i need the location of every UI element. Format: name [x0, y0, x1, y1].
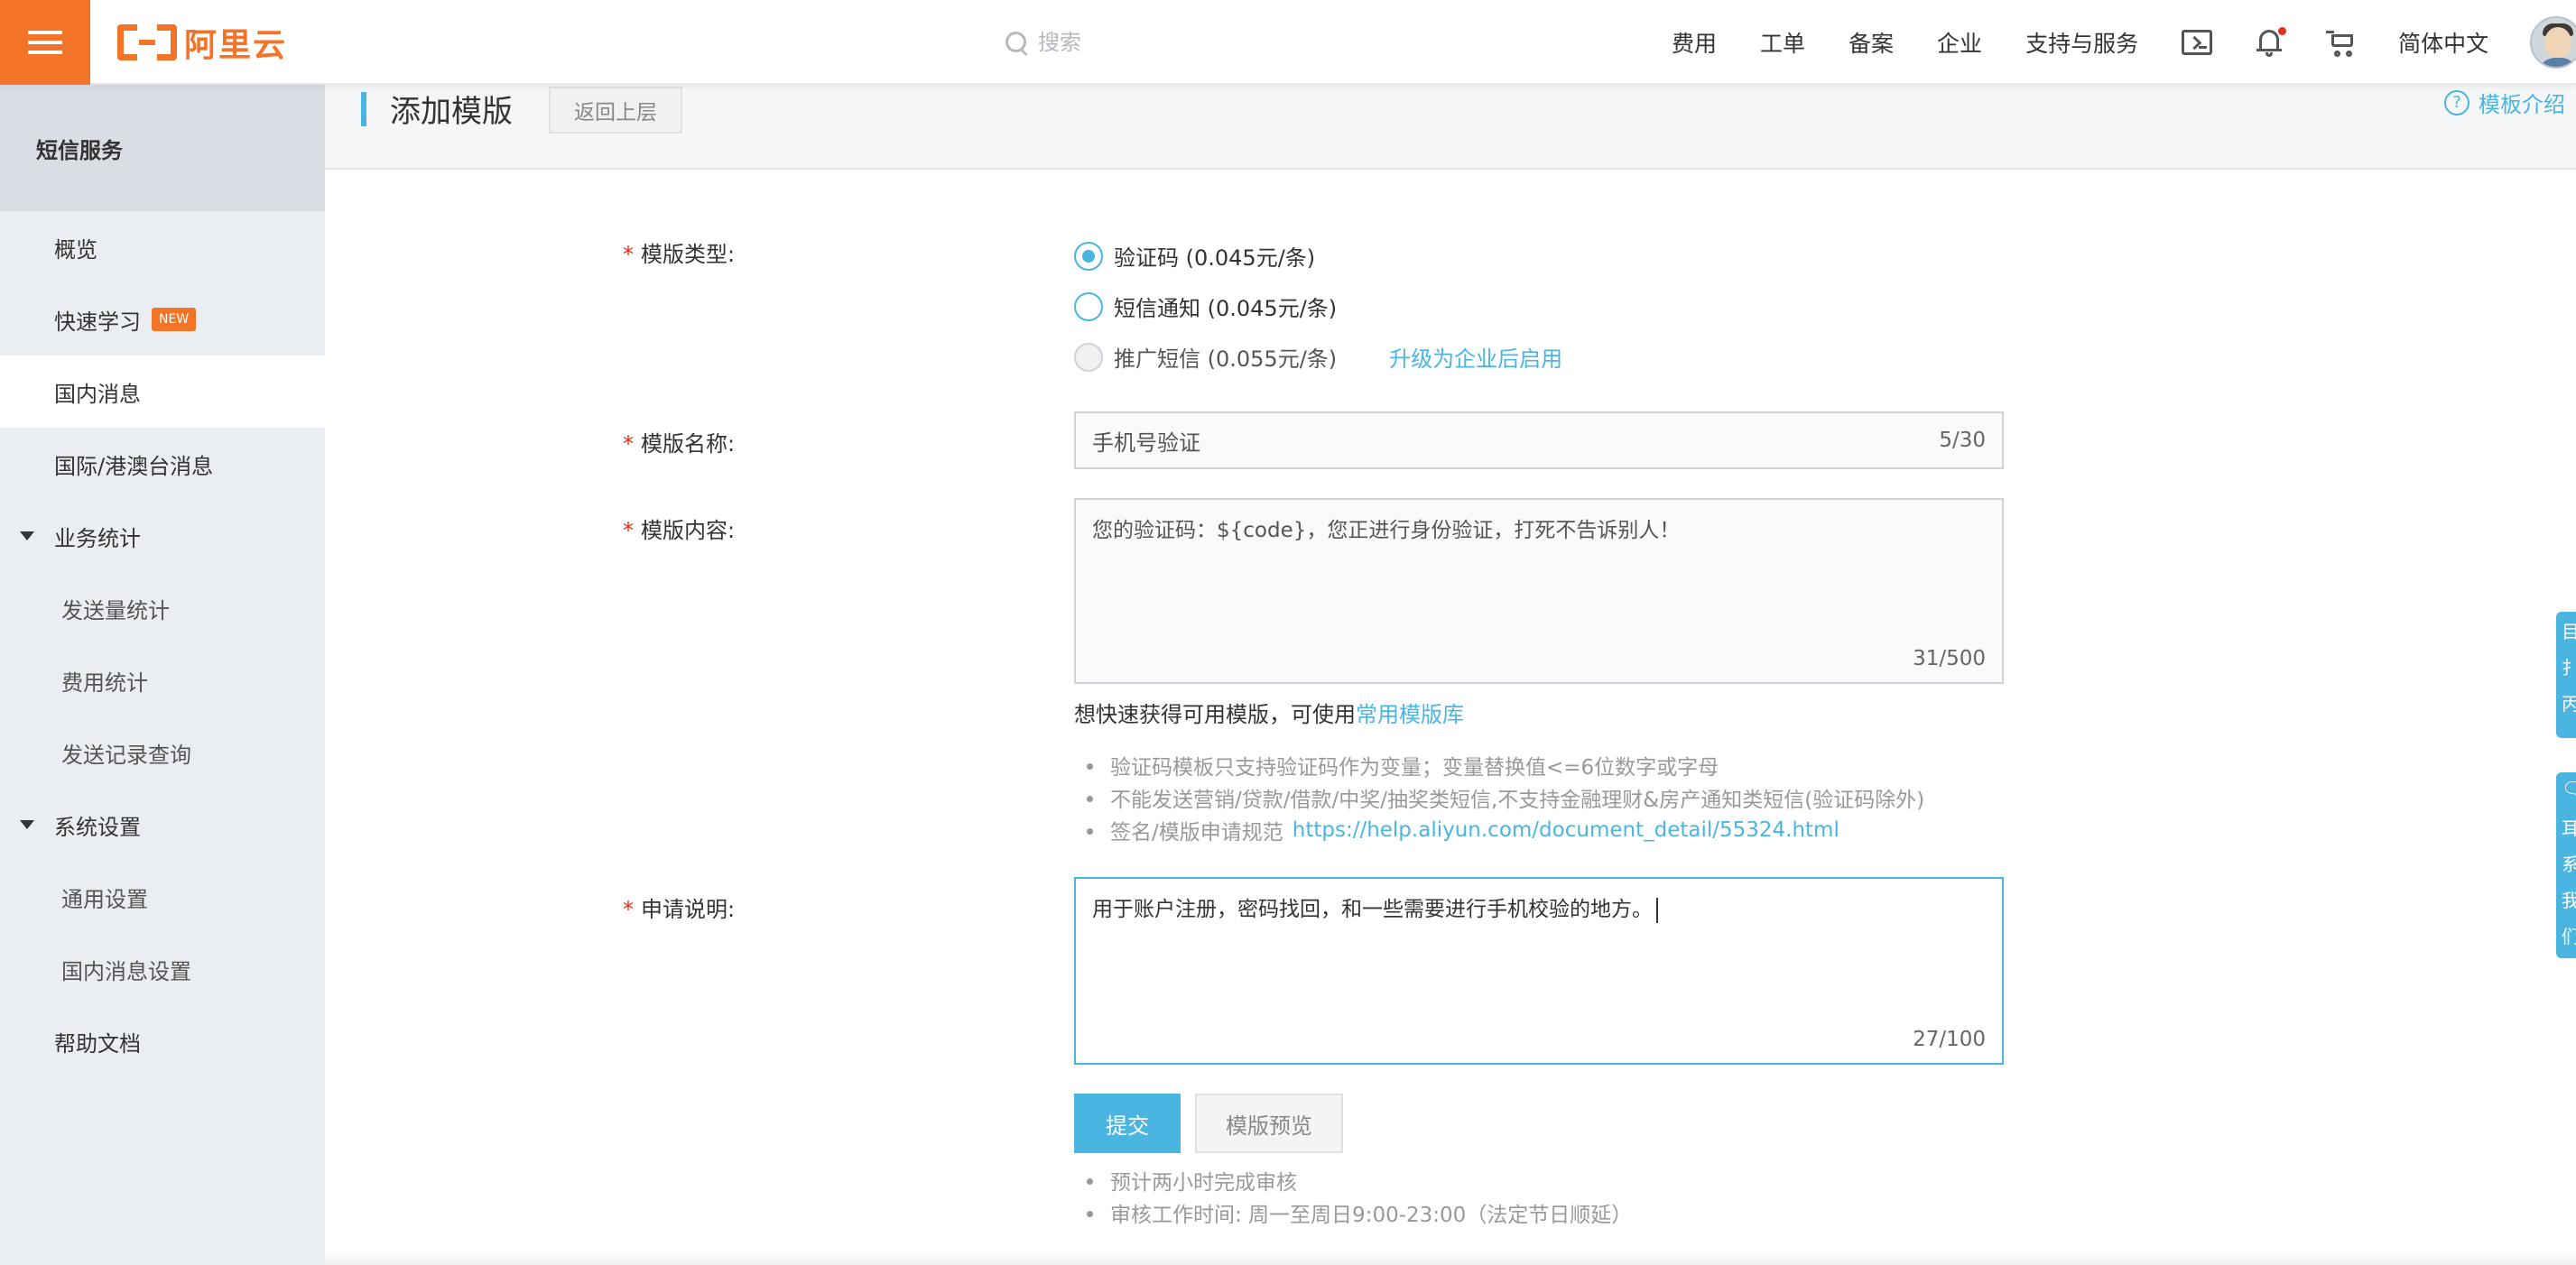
review-notes-list: 预计两小时完成审核 审核工作时间: 周一至周日9:00-23:00（法定节日顺延… — [1083, 1164, 1632, 1229]
top-bar: 阿里云 费用 工单 备案 企业 支持与服务 简体中文 — [0, 0, 2576, 85]
sidebar-item-label: 帮助文档 — [54, 1030, 141, 1057]
sidebar-item-label: 发送量统计 — [61, 597, 170, 623]
content-char-counter: 31/500 — [1913, 647, 1986, 670]
text-cursor — [1656, 897, 1658, 923]
caret-down-icon — [20, 820, 34, 829]
menu-icon — [28, 31, 62, 54]
radio-label: 推广短信 (0.055元/条) — [1114, 346, 1338, 372]
radio-promotion: 推广短信 (0.055元/条) 升级为企业后启用 — [1074, 341, 1562, 373]
nav-enterprise[interactable]: 企业 — [1937, 26, 1982, 59]
nav-tickets[interactable]: 工单 — [1760, 26, 1805, 59]
sidebar-item-label: 快速学习 — [54, 309, 141, 335]
sidebar-item-label: 国内消息设置 — [61, 958, 191, 984]
main-content: 添加模版 返回上层 ? 模板介绍 * 模版类型: 验证码 (0.045元/条) 短… — [325, 85, 2576, 1265]
chat-icon: 🗨 — [2562, 778, 2576, 799]
rule-item: 不能发送营销/贷款/借款/中奖/抽奖类短信,不支持金融理财&房产通知类短信(验证… — [1083, 781, 1924, 814]
quick-template-hint: 想快速获得可用模版，可使用常用模版库 — [1074, 702, 1464, 727]
upgrade-enterprise-link[interactable]: 升级为企业后启用 — [1389, 341, 1562, 373]
application-spec-link[interactable]: https://help.aliyun.com/document_detail/… — [1293, 818, 1839, 842]
radio-icon[interactable] — [1074, 291, 1103, 321]
rule-item: 签名/模版申请规范 https://help.aliyun.com/documen… — [1083, 814, 1924, 846]
bell-icon[interactable] — [2254, 27, 2287, 58]
page-title: 添加模版 — [390, 94, 513, 130]
radio-disabled-icon — [1074, 342, 1103, 372]
rule-item: 验证码模板只支持验证码作为变量；变量替换值<=6位数字或字母 — [1083, 749, 1924, 781]
radio-notification[interactable]: 短信通知 (0.045元/条) — [1074, 291, 1337, 322]
sidebar-item-label: 业务统计 — [54, 525, 141, 551]
name-label: * 模版名称: — [623, 431, 736, 457]
sidebar-item-overview[interactable]: 概览 — [0, 211, 325, 283]
sidebar-item-send-volume[interactable]: 发送量统计 — [0, 572, 325, 644]
template-content-textarea[interactable]: 您的验证码：${code}，您正进行身份验证，打死不告诉别人！ 31/500 — [1074, 498, 2004, 684]
template-preview-button[interactable]: 模版预览 — [1195, 1094, 1343, 1153]
desc-label: * 申请说明: — [623, 897, 736, 922]
page-header: 添加模版 返回上层 ? 模板介绍 — [325, 85, 2576, 170]
title-accent-bar — [361, 92, 366, 126]
type-label: * 模版类型: — [623, 242, 736, 267]
sidebar-item-label: 通用设置 — [61, 886, 148, 912]
top-nav: 费用 工单 备案 企业 支持与服务 简体中文 — [1672, 0, 2576, 85]
radio-label: 验证码 (0.045元/条) — [1114, 245, 1316, 271]
sidebar-item-label: 系统设置 — [54, 814, 141, 840]
sidebar-item-domestic[interactable]: 国内消息 — [0, 355, 325, 428]
sidebar: 短信服务 概览 快速学习 NEW 国内消息 国际/港澳台消息 业务统计 发送量统计… — [0, 85, 325, 1265]
radio-verification-code[interactable]: 验证码 (0.045元/条) — [1074, 240, 1315, 272]
sidebar-item-international[interactable]: 国际/港澳台消息 — [0, 428, 325, 500]
search-icon — [1004, 30, 1029, 55]
note-item: 预计两小时完成审核 — [1083, 1164, 1632, 1196]
search-box[interactable] — [1004, 23, 1273, 61]
sidebar-item-general-settings[interactable]: 通用设置 — [0, 861, 325, 933]
desc-char-counter: 27/100 — [1913, 1028, 1986, 1051]
menu-button[interactable] — [0, 0, 90, 85]
sidebar-item-label: 国内消息 — [54, 381, 141, 407]
sidebar-item-label: 发送记录查询 — [61, 742, 191, 768]
nav-fees[interactable]: 费用 — [1672, 26, 1717, 59]
avatar[interactable] — [2530, 16, 2576, 69]
template-name-value: 手机号验证 — [1092, 429, 1200, 456]
sidebar-item-label: 费用统计 — [61, 669, 148, 696]
name-char-counter: 5/30 — [1939, 429, 1986, 452]
cart-icon[interactable] — [2326, 27, 2357, 58]
sidebar-item-system-settings[interactable]: 系统设置 — [0, 789, 325, 861]
template-rules-list: 验证码模板只支持验证码作为变量；变量替换值<=6位数字或字母 不能发送营销/贷款… — [1083, 749, 1924, 846]
question-icon: ? — [2444, 89, 2469, 115]
language-switch[interactable]: 简体中文 — [2398, 26, 2488, 59]
sidebar-item-domestic-settings[interactable]: 国内消息设置 — [0, 933, 325, 1005]
radio-label: 短信通知 (0.045元/条) — [1114, 296, 1338, 321]
search-input[interactable] — [1038, 30, 1273, 55]
template-intro-label: 模板介绍 — [2479, 92, 2565, 117]
terminal-icon[interactable] — [2182, 30, 2213, 55]
application-desc-textarea[interactable]: 用于账户注册，密码找回，和一些需要进行手机校验的地方。 27/100 — [1074, 877, 2004, 1065]
new-badge: NEW — [152, 308, 197, 331]
sidebar-item-business-stats[interactable]: 业务统计 — [0, 500, 325, 572]
float-tab-1[interactable]: 目扌丙 — [2556, 612, 2576, 738]
template-intro-link[interactable]: ? 模板介绍 — [2444, 87, 2565, 118]
nav-support[interactable]: 支持与服务 — [2025, 26, 2138, 59]
note-item: 审核工作时间: 周一至周日9:00-23:00（法定节日顺延） — [1083, 1196, 1632, 1229]
contact-us-tab[interactable]: 🗨 耳系我们 — [2556, 772, 2576, 958]
nav-icp[interactable]: 备案 — [1849, 26, 1894, 59]
caret-down-icon — [20, 531, 34, 540]
logo-text: 阿里云 — [184, 27, 288, 64]
sidebar-item-label: 国际/港澳台消息 — [54, 453, 214, 479]
sidebar-item-quick-learn[interactable]: 快速学习 NEW — [0, 283, 325, 355]
bottom-shadow — [325, 1249, 2576, 1265]
sidebar-item-send-records[interactable]: 发送记录查询 — [0, 716, 325, 789]
application-desc-value: 用于账户注册，密码找回，和一些需要进行手机校验的地方。 — [1092, 898, 1653, 921]
sidebar-item-cost-stats[interactable]: 费用统计 — [0, 644, 325, 716]
back-button[interactable]: 返回上层 — [549, 87, 682, 134]
sidebar-title: 短信服务 — [0, 85, 325, 211]
content-label: * 模版内容: — [623, 518, 736, 543]
submit-button[interactable]: 提交 — [1074, 1094, 1181, 1153]
template-content-value: 您的验证码：${code}，您正进行身份验证，打死不告诉别人！ — [1092, 519, 1681, 542]
common-template-library-link[interactable]: 常用模版库 — [1356, 702, 1464, 727]
logo[interactable]: 阿里云 — [117, 20, 287, 65]
radio-checked-icon[interactable] — [1074, 241, 1103, 271]
template-name-input[interactable]: 手机号验证 5/30 — [1074, 411, 2004, 469]
sidebar-item-help-docs[interactable]: 帮助文档 — [0, 1005, 325, 1077]
sidebar-item-label: 概览 — [54, 236, 97, 263]
aliyun-logo-icon — [117, 24, 177, 60]
